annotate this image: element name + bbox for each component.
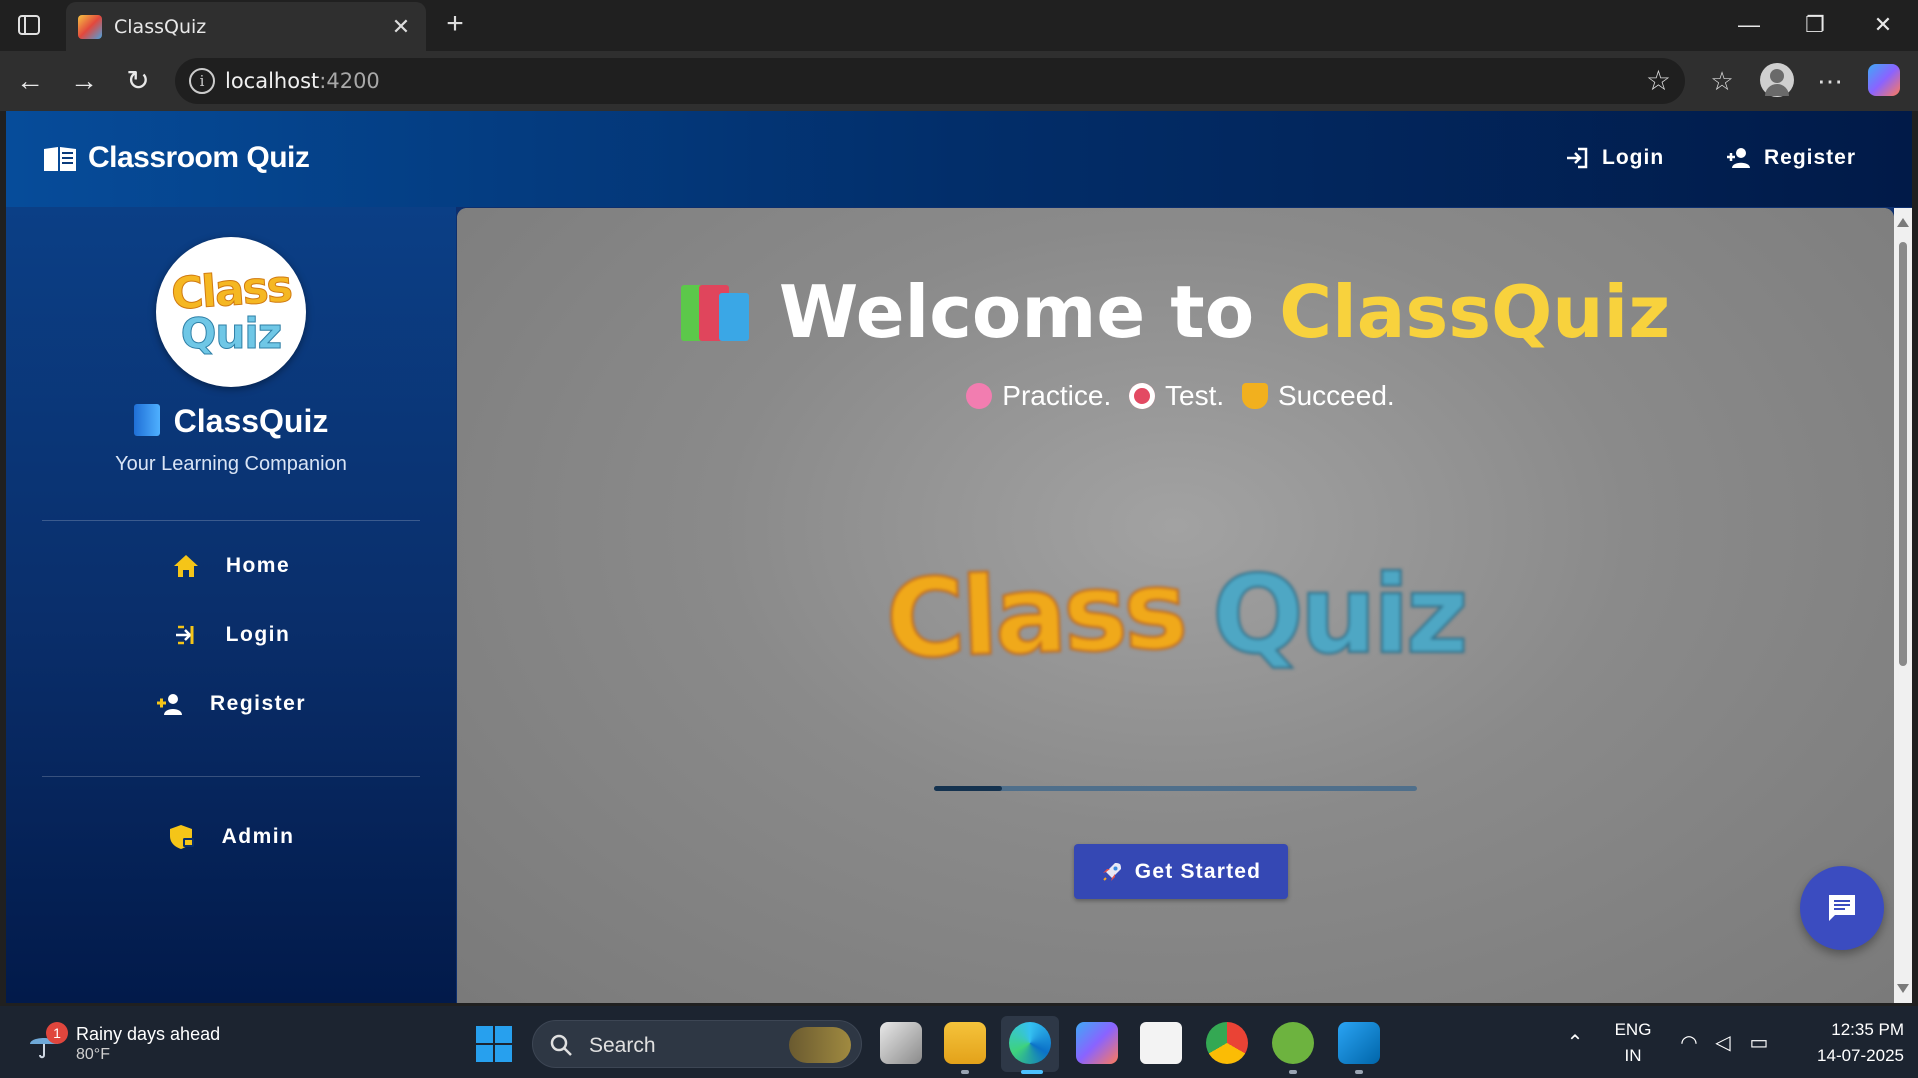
minimize-icon[interactable]: — xyxy=(1724,8,1774,42)
scroll-thumb[interactable] xyxy=(1899,242,1907,666)
wifi-icon[interactable]: ◠ xyxy=(1676,1030,1702,1056)
browser-tab[interactable]: ClassQuiz ✕ xyxy=(66,2,426,51)
loading-progress-bar xyxy=(934,786,1417,791)
show-hidden-icons-icon[interactable]: ⌃ xyxy=(1562,1030,1588,1056)
task-view-icon[interactable] xyxy=(880,1022,922,1064)
welcome-heading: Welcome to ClassQuiz xyxy=(457,270,1894,354)
notification-badge: 1 xyxy=(46,1022,68,1044)
screen: ClassQuiz ✕ + — ❐ ✕ ← → ↻ i localhost:42… xyxy=(0,0,1918,1078)
get-started-button[interactable]: Get Started xyxy=(1074,844,1288,899)
favorite-star-icon[interactable]: ☆ xyxy=(1646,64,1671,97)
sidebar-item-register[interactable]: Register xyxy=(6,684,456,724)
sidebar-divider xyxy=(42,520,420,521)
sidebar: Class Quiz ClassQuiz Your Learning Compa… xyxy=(6,207,456,1003)
target-icon xyxy=(1129,383,1156,409)
copilot-app-icon[interactable] xyxy=(1076,1022,1118,1064)
forward-icon[interactable]: → xyxy=(66,63,102,99)
trophy-icon xyxy=(1241,383,1268,409)
main-content: Welcome to ClassQuiz Practice. Test. Suc… xyxy=(457,208,1894,1003)
header-login-link[interactable]: Login xyxy=(1564,145,1664,171)
book-open-icon xyxy=(44,147,76,171)
site-info-icon[interactable]: i xyxy=(189,68,215,94)
chat-button[interactable] xyxy=(1800,866,1884,950)
new-tab-icon[interactable]: + xyxy=(440,9,470,40)
tab-actions-icon[interactable] xyxy=(16,12,42,38)
search-label: Search xyxy=(589,1034,656,1057)
brand[interactable]: Classroom Quiz xyxy=(42,141,310,175)
more-menu-icon[interactable]: ⋯ xyxy=(1812,63,1848,99)
file-explorer-icon[interactable] xyxy=(944,1022,986,1064)
url-text: localhost:4200 xyxy=(225,69,380,93)
brain-icon xyxy=(966,383,993,409)
favicon-icon xyxy=(78,15,102,39)
browser-tab-bar: ClassQuiz ✕ + — ❐ ✕ xyxy=(0,0,1918,51)
sidebar-divider xyxy=(42,776,420,777)
brand-title: Classroom Quiz xyxy=(88,141,310,174)
books-icon xyxy=(680,279,753,341)
language-region[interactable]: IN xyxy=(1608,1046,1658,1066)
windows-taskbar: 1 Rainy days ahead 80°F Search ⌃ ENG IN … xyxy=(0,1006,1918,1078)
clock-time[interactable]: 12:35 PM xyxy=(1784,1020,1904,1040)
back-icon[interactable]: ← xyxy=(12,63,48,99)
chat-icon xyxy=(1829,895,1855,921)
spring-tools-icon[interactable] xyxy=(1272,1022,1314,1064)
restore-icon[interactable]: ❐ xyxy=(1790,8,1840,42)
header-register-link[interactable]: Register xyxy=(1726,145,1856,171)
close-tab-icon[interactable]: ✕ xyxy=(388,14,414,40)
home-icon xyxy=(173,555,198,577)
search-icon xyxy=(550,1034,572,1056)
classquiz-logo-image: Class Quiz xyxy=(883,547,1469,684)
weather-temperature: 80°F xyxy=(76,1046,110,1063)
sidebar-item-home[interactable]: Home xyxy=(6,546,456,586)
scroll-up-arrow-icon[interactable] xyxy=(1897,218,1909,227)
header-register-label: Register xyxy=(1764,146,1857,169)
profile-avatar-icon[interactable] xyxy=(1760,63,1794,97)
tab-title: ClassQuiz xyxy=(114,16,207,38)
sidebar-logo: Class Quiz xyxy=(156,237,306,387)
blue-book-icon xyxy=(133,404,160,436)
shield-lock-icon xyxy=(169,825,194,849)
sidebar-item-login[interactable]: Login xyxy=(6,615,456,655)
vscode-icon[interactable] xyxy=(1338,1022,1380,1064)
chrome-icon[interactable] xyxy=(1206,1022,1248,1064)
get-started-label: Get Started xyxy=(1134,859,1262,883)
search-highlight-image xyxy=(789,1027,851,1063)
taskbar-search[interactable]: Search xyxy=(532,1020,862,1068)
reload-icon[interactable]: ↻ xyxy=(120,63,156,99)
sidebar-subtitle: Your Learning Companion xyxy=(115,453,347,475)
language-code[interactable]: ENG xyxy=(1608,1020,1658,1040)
user-plus-icon xyxy=(1727,148,1750,168)
microsoft-store-icon[interactable] xyxy=(1140,1022,1182,1064)
weather-title: Rainy days ahead xyxy=(76,1024,221,1044)
app-page: Classroom Quiz Login Register Class Quiz… xyxy=(6,111,1912,1003)
windows-start-icon[interactable] xyxy=(476,1026,512,1062)
sidebar-title: ClassQuiz xyxy=(6,403,456,440)
loading-progress-fill xyxy=(934,786,1002,791)
scroll-down-arrow-icon[interactable] xyxy=(1897,984,1909,993)
copilot-icon[interactable] xyxy=(1868,64,1900,96)
close-window-icon[interactable]: ✕ xyxy=(1858,8,1908,42)
user-plus-icon xyxy=(156,694,182,715)
sidebar-item-admin[interactable]: Admin xyxy=(6,817,456,857)
login-icon xyxy=(1567,147,1588,169)
edge-browser-icon[interactable] xyxy=(1009,1022,1051,1064)
volume-icon[interactable]: ◁ xyxy=(1710,1030,1736,1056)
weather-widget[interactable]: 1 Rainy days ahead 80°F xyxy=(24,1020,244,1066)
favorites-icon[interactable]: ☆ xyxy=(1704,63,1740,99)
login-icon xyxy=(175,625,194,645)
tagline: Practice. Test. Succeed. xyxy=(457,380,1894,412)
clock-date[interactable]: 14-07-2025 xyxy=(1784,1046,1904,1066)
app-header: Classroom Quiz Login Register xyxy=(6,111,1912,207)
rocket-icon xyxy=(1102,862,1121,881)
page-scrollbar[interactable] xyxy=(1894,208,1912,1003)
address-bar[interactable]: i localhost:4200 ☆ xyxy=(175,58,1685,104)
header-login-label: Login xyxy=(1602,146,1665,169)
browser-toolbar: ← → ↻ i localhost:4200 ☆ ☆ ⋯ xyxy=(0,51,1918,111)
battery-icon[interactable]: ▭ xyxy=(1746,1030,1772,1056)
